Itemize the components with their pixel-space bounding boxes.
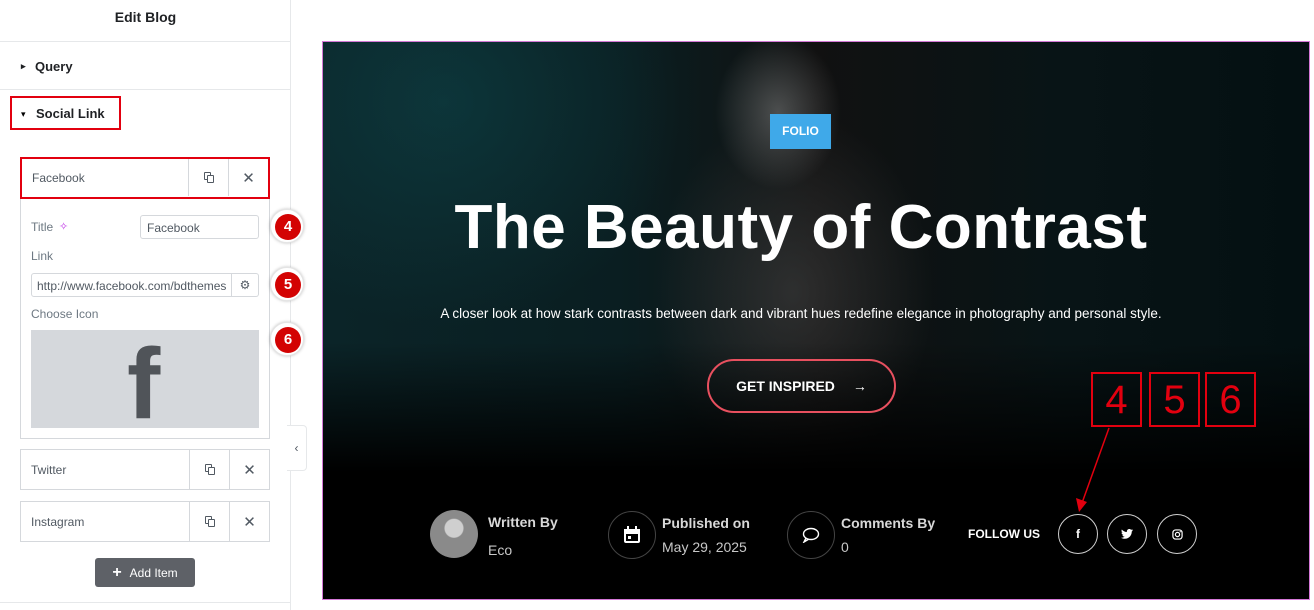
hero-preview: FOLIO The Beauty of Contrast A closer lo… bbox=[322, 41, 1310, 600]
comments-label: Comments By bbox=[841, 515, 936, 531]
repeater-item-label: Twitter bbox=[31, 463, 67, 477]
repeater-item-label: Instagram bbox=[31, 515, 85, 529]
published-label: Published on bbox=[662, 515, 750, 531]
link-options-button[interactable]: ⚙ bbox=[232, 273, 259, 297]
title-input[interactable]: Facebook bbox=[140, 215, 259, 239]
copy-icon bbox=[204, 516, 215, 527]
step-badge-5: 5 bbox=[270, 267, 304, 301]
step-badge-4: 4 bbox=[270, 209, 304, 243]
close-icon: ✕ bbox=[242, 169, 255, 187]
caret-down-icon: ▾ bbox=[21, 109, 26, 119]
repeater-item-twitter[interactable]: Twitter ✕ bbox=[20, 449, 270, 490]
duplicate-button[interactable] bbox=[188, 159, 228, 196]
panel-collapse-button[interactable]: ‹ bbox=[287, 425, 307, 471]
step-badge-6: 6 bbox=[270, 322, 304, 356]
facebook-icon[interactable]: f bbox=[1058, 514, 1098, 554]
icon-picker[interactable]: f bbox=[31, 330, 259, 434]
add-item-label: Add Item bbox=[129, 565, 178, 580]
section-query-label: Query bbox=[35, 59, 73, 74]
copy-icon bbox=[203, 172, 214, 183]
written-by-label: Written By bbox=[488, 514, 558, 530]
duplicate-button[interactable] bbox=[189, 450, 229, 489]
remove-button[interactable]: ✕ bbox=[228, 159, 268, 196]
facebook-icon: f bbox=[127, 328, 161, 440]
instagram-icon[interactable] bbox=[1157, 514, 1197, 554]
remove-button[interactable]: ✕ bbox=[229, 502, 269, 541]
section-query[interactable]: ▸ Query bbox=[0, 42, 290, 90]
duplicate-button[interactable] bbox=[189, 502, 229, 541]
link-label: Link bbox=[31, 249, 54, 263]
add-item-button[interactable]: + Add Item bbox=[95, 558, 195, 587]
repeater-item-label: Facebook bbox=[32, 171, 85, 185]
calendar-icon bbox=[608, 511, 656, 559]
close-icon: ✕ bbox=[243, 461, 256, 479]
panel-title: Edit Blog bbox=[0, 0, 291, 42]
title-label: Title bbox=[31, 220, 54, 234]
comments-count: 0 bbox=[841, 539, 849, 555]
twitter-icon[interactable] bbox=[1107, 514, 1147, 554]
author-avatar bbox=[430, 510, 478, 558]
caret-right-icon: ▸ bbox=[21, 61, 26, 71]
close-icon: ✕ bbox=[243, 513, 256, 531]
repeater-item-facebook[interactable]: Facebook ✕ bbox=[20, 157, 270, 199]
comment-icon bbox=[787, 511, 835, 559]
ai-sparkle-icon[interactable]: ✧ bbox=[59, 220, 68, 233]
follow-us-label: FOLLOW US bbox=[968, 527, 1040, 541]
remove-button[interactable]: ✕ bbox=[229, 450, 269, 489]
editor-panel: Edit Blog ▸ Query ▾ Social Link Facebook… bbox=[0, 0, 304, 610]
link-input[interactable]: http://www.facebook.com/bdthemes bbox=[31, 273, 232, 297]
publish-date: May 29, 2025 bbox=[662, 539, 747, 555]
plus-icon: + bbox=[112, 563, 122, 581]
divider bbox=[0, 602, 290, 603]
repeater-item-instagram[interactable]: Instagram ✕ bbox=[20, 501, 270, 542]
section-social-link-label: Social Link bbox=[36, 106, 105, 121]
social-link-highlight[interactable]: ▾ Social Link bbox=[10, 96, 121, 130]
author-name[interactable]: Eco bbox=[488, 542, 512, 558]
copy-icon bbox=[204, 464, 215, 475]
choose-icon-label: Choose Icon bbox=[31, 307, 99, 321]
gear-icon: ⚙ bbox=[239, 278, 251, 292]
chevron-left-icon: ‹ bbox=[294, 441, 299, 455]
